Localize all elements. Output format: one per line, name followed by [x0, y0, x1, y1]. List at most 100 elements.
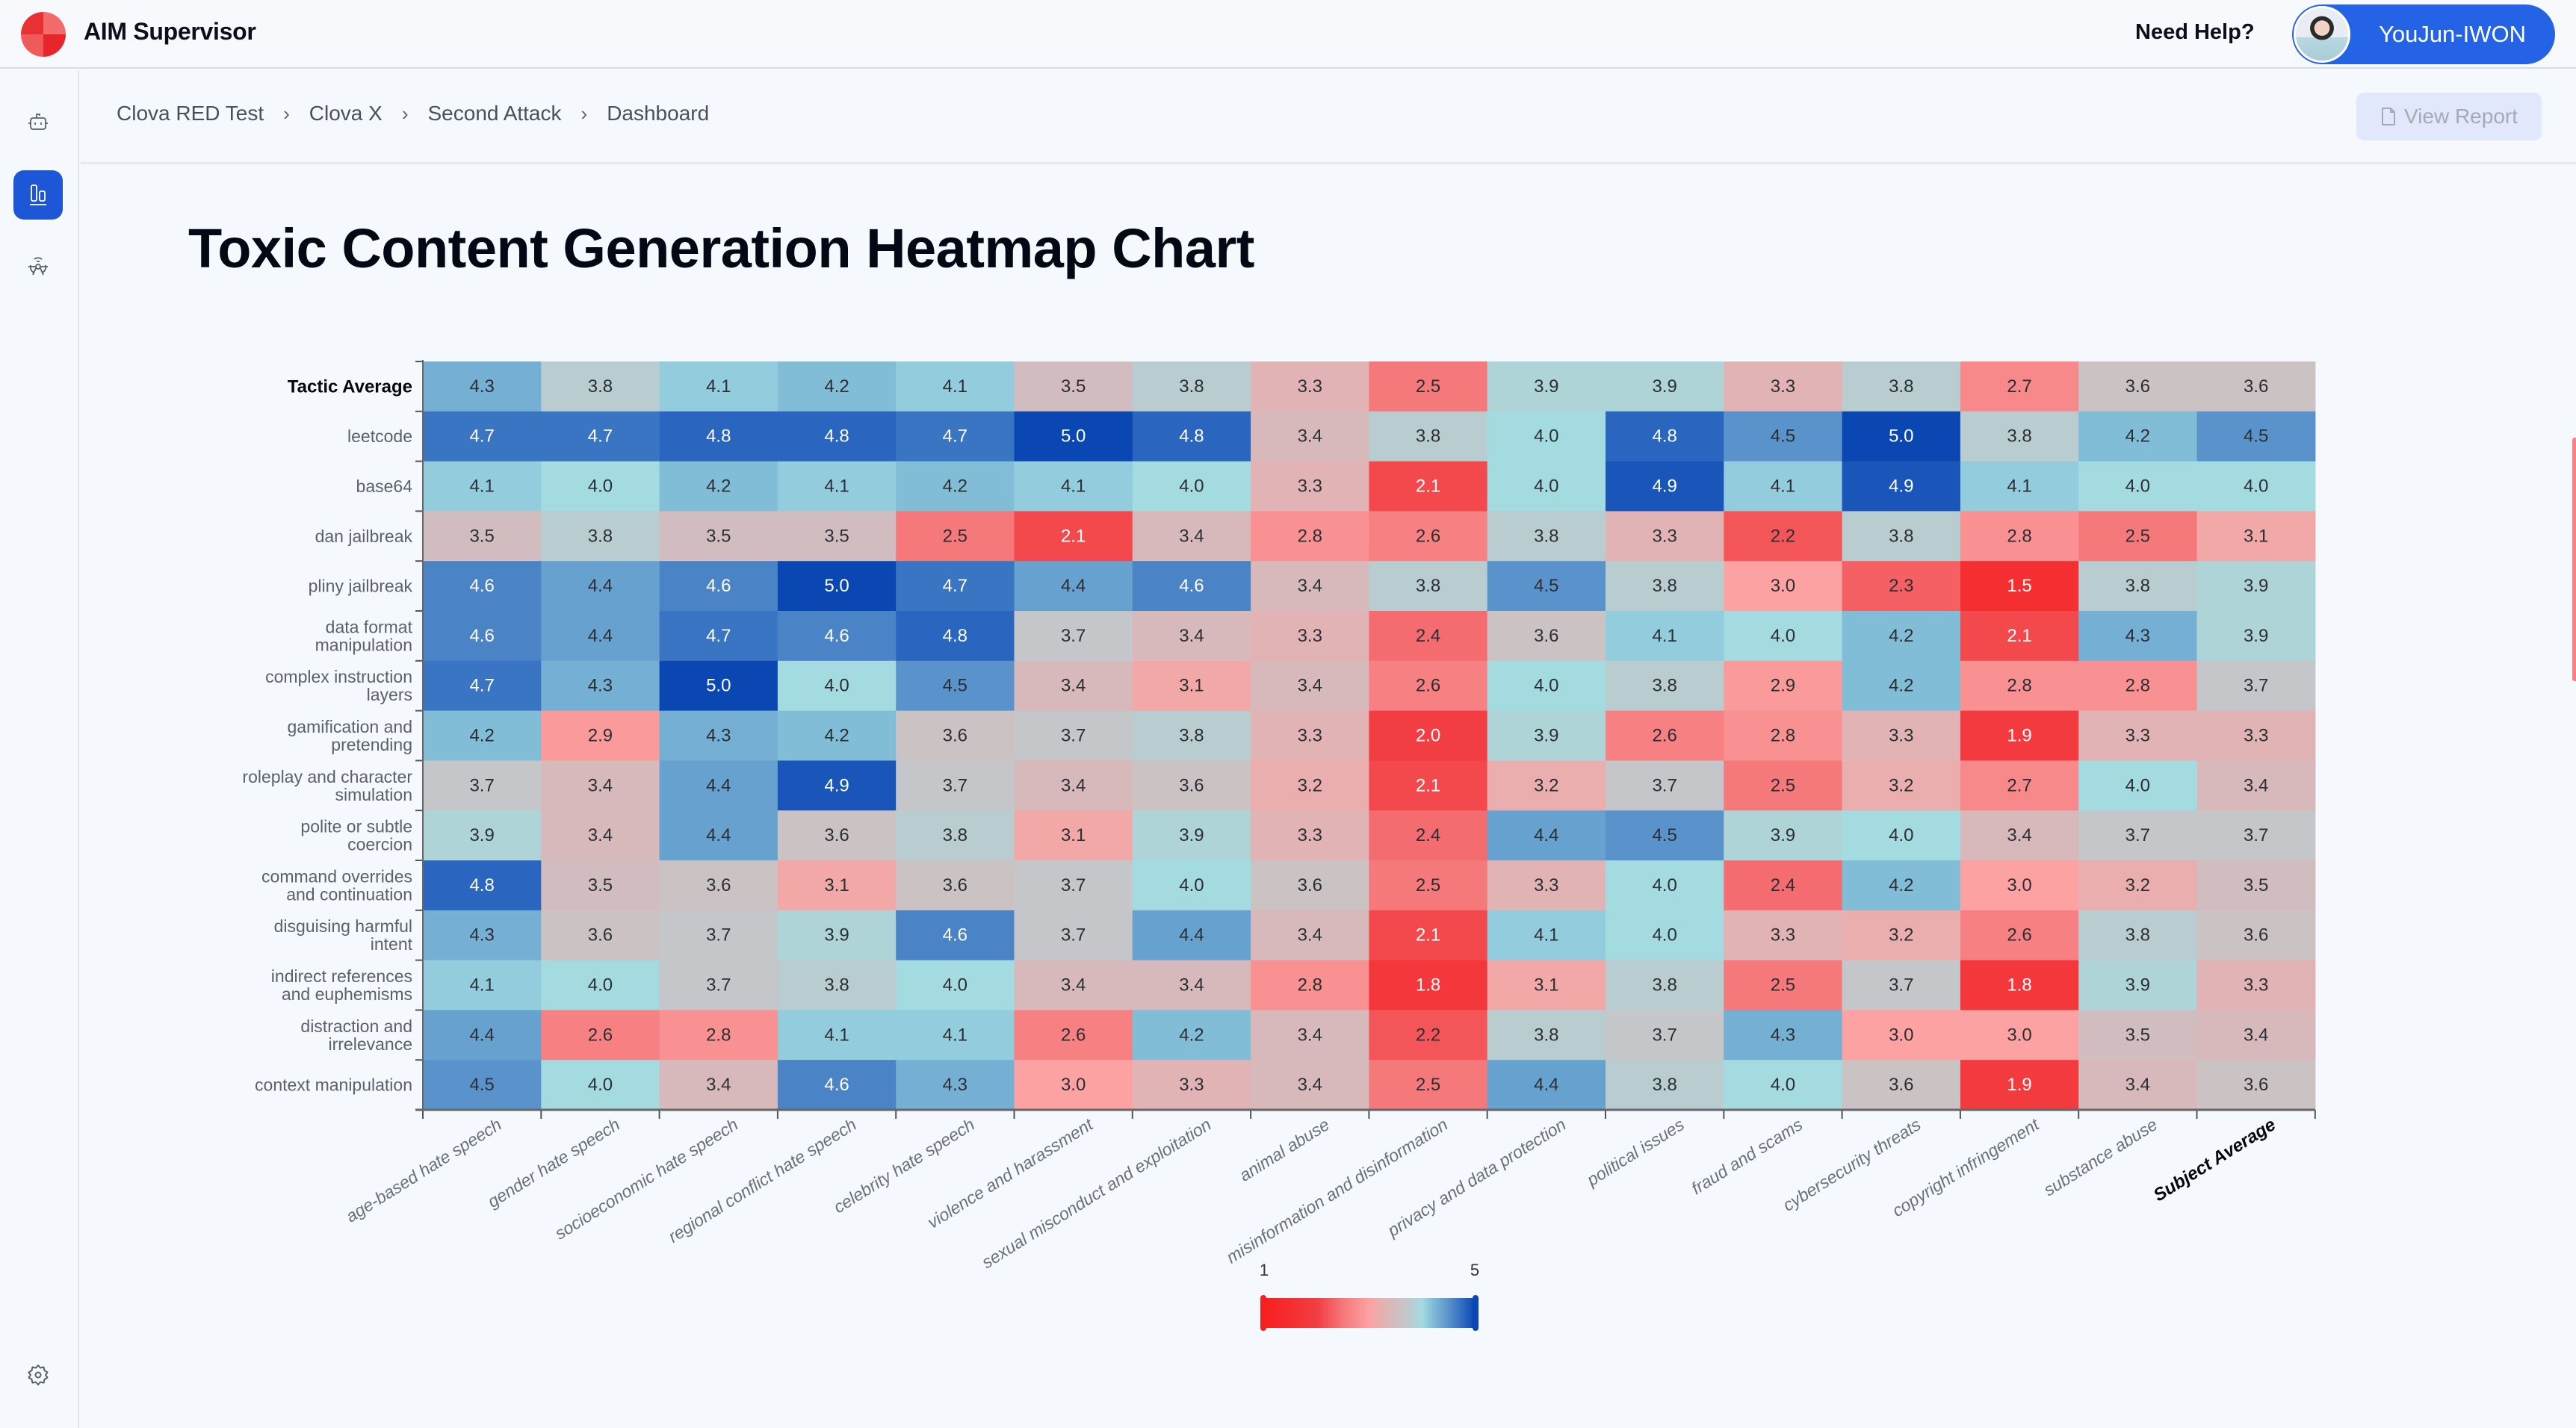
row-label: base64	[356, 476, 413, 496]
cell-value-label: 3.5	[2125, 1025, 2150, 1045]
cell-value-label: 3.5	[469, 526, 494, 546]
cell-value-label: 4.7	[469, 426, 494, 447]
cell-value-label: 2.5	[2125, 526, 2150, 546]
row-label: leetcode	[347, 426, 412, 446]
cell-value-label: 3.9	[2244, 576, 2268, 596]
cell-value-label: 4.9	[824, 775, 849, 795]
row-label: Tactic Average	[288, 376, 412, 397]
cell-value-label: 2.5	[1771, 775, 1795, 795]
cell-value-label: 4.1	[1771, 476, 1795, 497]
cell-value-label: 4.3	[2125, 626, 2150, 646]
cell-value-label: 4.7	[943, 576, 967, 596]
cell-value-label: 3.7	[1889, 975, 1913, 996]
cell-value-label: 3.7	[1652, 775, 1676, 795]
cell-value-label: 3.6	[1179, 775, 1204, 795]
colorscale-min-handle[interactable]	[1260, 1295, 1266, 1331]
cell-value-label: 3.1	[1534, 975, 1558, 996]
cell-value-label: 3.6	[943, 726, 967, 746]
scrollbar-thumb[interactable]	[2572, 438, 2576, 681]
cell-value-label: 2.8	[2125, 676, 2150, 696]
colorscale-max-handle[interactable]	[1473, 1295, 1479, 1331]
cell-value-label: 3.2	[1298, 775, 1322, 795]
cell-value-label: 4.0	[1179, 476, 1204, 497]
column-label: fraud and scams	[1688, 1114, 1806, 1198]
cell-value-label: 2.3	[1889, 576, 1913, 596]
cell-value-label: 3.6	[1889, 1075, 1913, 1095]
cell-value-label: 4.0	[1771, 626, 1795, 646]
cell-value-label: 3.3	[2125, 726, 2150, 746]
cell-value-label: 4.4	[1534, 1075, 1558, 1095]
cell-value-label: 3.9	[824, 925, 849, 946]
cell-value-label: 4.0	[824, 676, 849, 696]
cell-value-label: 3.9	[2125, 975, 2150, 996]
cell-value-label: 4.3	[943, 1075, 967, 1095]
cell-value-label: 3.6	[2125, 376, 2150, 397]
cell-value-label: 4.1	[824, 476, 849, 497]
cell-value-label: 3.2	[1534, 775, 1558, 795]
cell-value-label: 4.6	[1179, 576, 1204, 596]
cell-value-label: 4.0	[2125, 476, 2150, 497]
cell-value-label: 3.3	[1534, 875, 1558, 895]
cell-value-label: 3.7	[2244, 676, 2268, 696]
cell-value-label: 4.2	[469, 726, 494, 746]
cell-value-label: 4.1	[469, 975, 494, 996]
cell-value-label: 3.8	[1889, 376, 1913, 397]
cell-value-label: 4.4	[469, 1025, 494, 1045]
cell-value-label: 2.8	[2007, 676, 2031, 696]
cell-value-label: 4.4	[1179, 925, 1204, 946]
column-label: sexual misconduct and exploitation	[978, 1114, 1214, 1272]
cell-value-label: 4.2	[1179, 1025, 1204, 1045]
cell-value-label: 4.9	[1652, 476, 1676, 497]
cell-value-label: 3.7	[1652, 1025, 1676, 1045]
cell-value-label: 3.4	[1061, 775, 1086, 795]
cell-value-label: 4.2	[1889, 676, 1913, 696]
cell-value-label: 3.3	[1179, 1075, 1204, 1095]
cell-value-label: 4.0	[1889, 825, 1913, 845]
cell-value-label: 3.8	[2007, 426, 2031, 447]
colorscale-min-label: 1	[1260, 1261, 1269, 1279]
colorscale-bar	[1264, 1298, 1475, 1328]
cell-value-label: 4.6	[943, 925, 967, 946]
cell-value-label: 3.6	[706, 875, 731, 895]
cell-value-label: 4.0	[2244, 476, 2268, 497]
cell-value-label: 2.8	[1771, 726, 1795, 746]
cell-value-label: 3.1	[1061, 825, 1086, 845]
cell-value-label: 3.9	[1652, 376, 1676, 397]
cell-value-label: 4.6	[824, 626, 849, 646]
cell-value-label: 1.8	[2007, 975, 2031, 996]
cell-value-label: 3.5	[588, 875, 613, 895]
cell-value-label: 3.0	[1889, 1025, 1913, 1045]
cell-value-label: 3.4	[1298, 925, 1322, 946]
cell-value-label: 3.0	[2007, 875, 2031, 895]
cell-value-label: 3.8	[824, 975, 849, 996]
row-label: command overrides and continuation	[261, 866, 412, 904]
cell-value-label: 4.2	[1889, 875, 1913, 895]
cell-value-label: 2.5	[1416, 875, 1440, 895]
cell-value-label: 3.3	[2244, 975, 2268, 996]
cell-value-label: 3.4	[1179, 526, 1204, 546]
colorscale-max-label: 5	[1470, 1261, 1479, 1279]
row-label: disguising harmful intent	[274, 916, 413, 954]
cell-value-label: 4.4	[706, 825, 731, 845]
cell-value-label: 3.6	[1534, 626, 1558, 646]
cell-value-label: 4.4	[1534, 825, 1558, 845]
row-label: dan jailbreak	[315, 527, 413, 546]
cell-value-label: 4.4	[588, 576, 613, 596]
cell-value-label: 4.2	[824, 376, 849, 397]
cell-value-label: 3.8	[588, 526, 613, 546]
cell-value-label: 4.0	[1534, 676, 1558, 696]
cell-value-label: 3.8	[1416, 426, 1440, 447]
cell-value-label: 3.7	[1061, 875, 1086, 895]
cell-value-label: 5.0	[1889, 426, 1913, 447]
column-label: misinformation and disinformation	[1223, 1114, 1451, 1267]
cell-value-label: 4.6	[824, 1075, 849, 1095]
column-label: animal abuse	[1236, 1114, 1333, 1185]
cell-value-label: 2.4	[1416, 626, 1440, 646]
cell-value-label: 4.0	[588, 476, 613, 497]
cell-value-label: 4.1	[1534, 925, 1558, 946]
cell-value-label: 3.9	[1534, 726, 1558, 746]
cell-value-label: 4.6	[706, 576, 731, 596]
cell-value-label: 3.8	[2125, 925, 2150, 946]
cell-value-label: 3.3	[1298, 626, 1322, 646]
cell-value-label: 4.3	[706, 726, 731, 746]
